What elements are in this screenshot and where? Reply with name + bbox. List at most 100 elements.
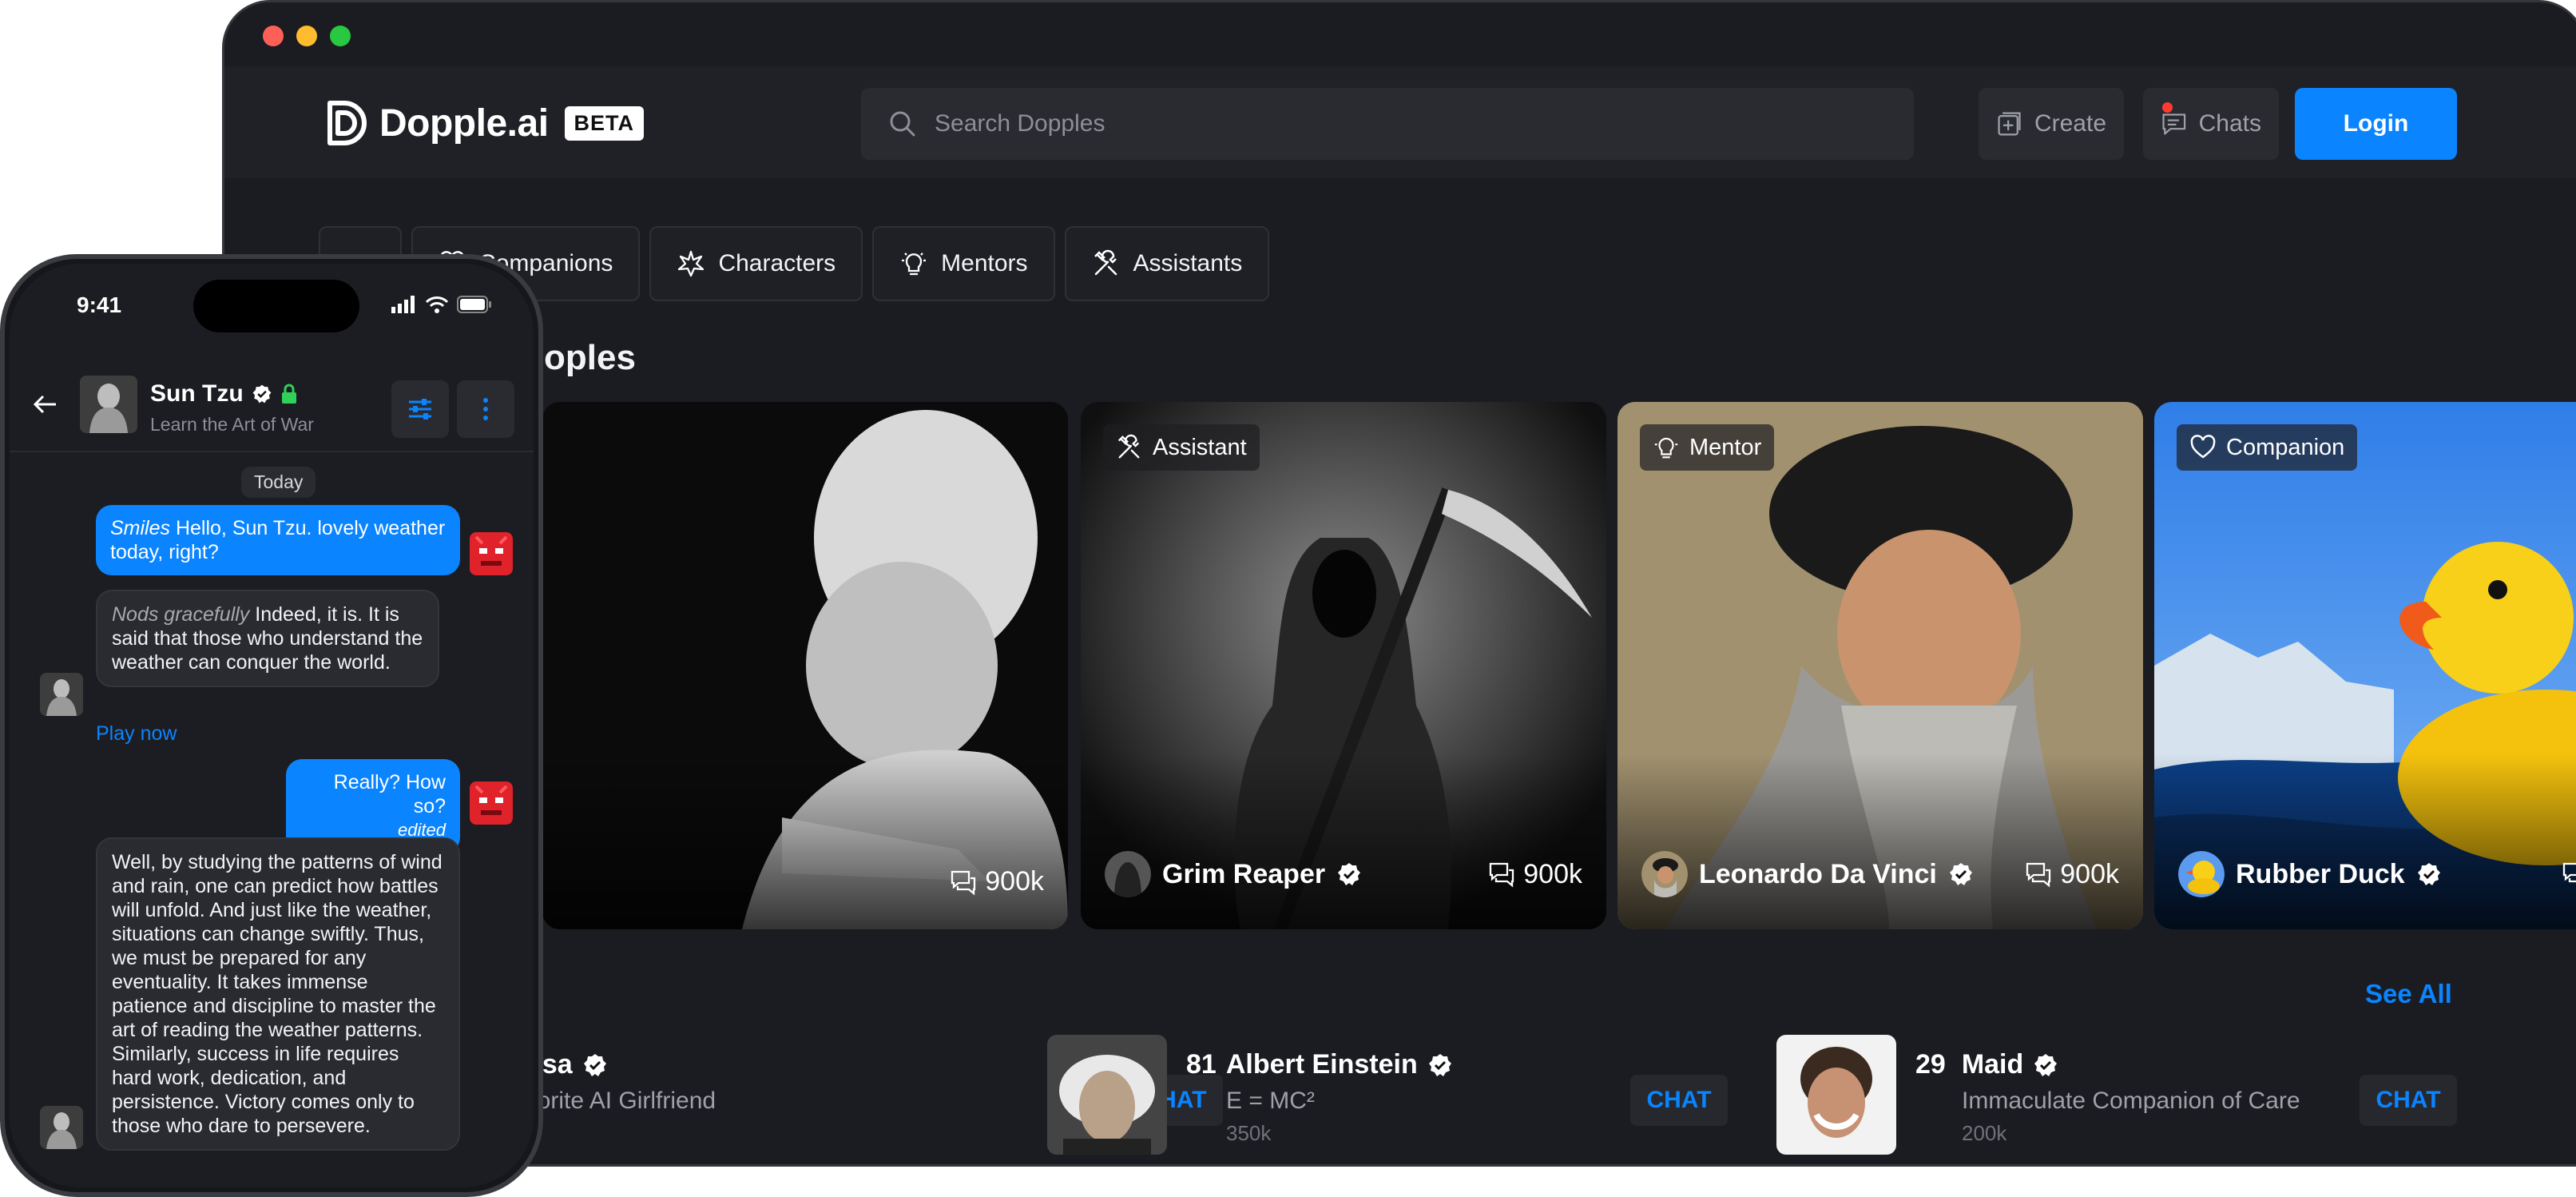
phone-device: 9:41 Sun Tzu Learn the Art of War Today … [0,254,543,1197]
filter-characters[interactable]: Characters [649,226,863,301]
lightbulb-icon [1654,437,1678,459]
filter-label: Assistants [1133,250,1243,276]
card-name: Rubber Duck [2236,858,2405,889]
more-options-button[interactable] [457,380,514,438]
bot-avatar[interactable] [40,673,83,716]
sun-tzu-image [80,376,137,433]
filter-assistants[interactable]: Assistants [1064,226,1270,301]
bot-message: Well, by studying the patterns of wind a… [96,837,460,1151]
signal-icon [391,296,415,313]
devil-avatar-icon [470,781,513,825]
card-gradient [1617,754,2143,929]
verified-icon [2417,863,2440,885]
card-chat-count: 900k [950,866,1044,897]
close-window-button[interactable] [263,26,284,46]
status-icons [391,296,492,313]
minimize-window-button[interactable] [296,26,317,46]
maid-image [1776,1035,1896,1155]
list-title-text: Maid [1961,1049,2024,1080]
list-title-text: Albert Einstein [1225,1049,1418,1080]
lock-icon [281,384,296,404]
card-gradient [542,754,1068,929]
create-label: Create [2034,110,2106,137]
list-item[interactable]: 81 Albert Einstein E = MC² 350k CHAT [1047,1035,1766,1163]
create-button[interactable]: Create [1979,88,2124,160]
user-avatar[interactable] [470,781,513,825]
chat-count-icon [2026,862,2051,888]
sun-tzu-mini-image [40,673,83,716]
lightbulb-icon [902,253,927,276]
tools-icon [1094,249,1117,276]
category-badge: Mentor [1640,424,1775,471]
dopple-card-rubber-duck[interactable]: Companion Rubber Duck 900k [2154,402,2576,929]
card-owner: Grim Reaper [1105,851,1362,897]
list-title: 81 Albert Einstein [1186,1049,1453,1080]
card-name: Leonardo Da Vinci [1699,858,1937,889]
card-footer: Rubber Duck 900k [2178,851,2576,897]
verified-icon [252,384,272,404]
list-item[interactable]: 29 Maid Immaculate Companion of Care 200… [1776,1035,2495,1163]
wifi-icon [425,296,449,313]
section-heading: oples [544,338,636,377]
chat-settings-button[interactable] [391,380,449,438]
verified-icon [2034,1053,2058,1076]
chat-count-value: 900k [985,866,1044,897]
back-arrow-icon[interactable] [30,390,59,419]
login-button[interactable]: Login [2295,88,2457,160]
status-time: 9:41 [77,292,122,317]
plus-square-icon [1998,112,2021,136]
card-chat-count: 900k [2025,859,2119,890]
badge-label: Mentor [1689,434,1762,460]
contact-name-text: Sun Tzu [150,380,244,407]
verified-icon [1338,863,1361,885]
user-avatar[interactable] [470,532,513,575]
category-badge: Companion [2177,424,2358,471]
einstein-image [1047,1035,1167,1155]
chat-button[interactable]: CHAT [1630,1075,1728,1126]
battery-icon [457,296,491,313]
play-now-link[interactable]: Play now [96,722,177,746]
contact-subtitle: Learn the Art of War [150,414,314,435]
brand-logo[interactable]: Dopple.ai BETA [319,98,645,148]
day-separator: Today [241,467,316,498]
chat-count-value: 900k [2060,858,2119,889]
search-bar[interactable] [861,88,1914,160]
phone-screen: 9:41 Sun Tzu Learn the Art of War Today … [10,264,534,1187]
more-vertical-icon [483,398,488,420]
maid-thumbnail [1776,1035,1896,1155]
chat-count-icon [951,870,976,895]
grim-reaper-avatar [1105,851,1151,897]
list-rank: 81 [1186,1049,1217,1080]
verified-icon [1949,863,1972,885]
chat-button[interactable]: CHAT [2360,1075,2457,1126]
card-chat-count: 900k [1488,859,1582,890]
chats-label: Chats [2198,110,2261,137]
window-titlebar [224,2,2576,66]
bot-avatar[interactable] [40,1106,83,1149]
dopple-card-grim-reaper[interactable]: Assistant Grim Reaper 900k [1081,402,1606,929]
sun-tzu-mini-image [40,1106,83,1149]
chat-count-value: 900k [1523,858,1582,889]
category-badge: Assistant [1103,424,1260,471]
see-all-link[interactable]: See All [2365,979,2452,1009]
list-title: 29 Maid [1915,1049,2058,1080]
filter-label: Mentors [941,250,1028,276]
filter-mentors[interactable]: Mentors [872,226,1055,301]
badge-label: Assistant [1153,434,1247,460]
search-input[interactable] [933,109,1812,138]
maximize-window-button[interactable] [330,26,351,46]
sun-tzu-avatar[interactable] [80,376,137,433]
search-icon [890,111,915,137]
user-message: Smiles Hello, Sun Tzu. lovely weather to… [96,505,460,575]
dopple-card-leonardo[interactable]: Mentor Leonardo Da Vinci 900k [1617,402,2143,929]
devil-avatar-icon [470,532,513,575]
bot-message: Nods gracefully Indeed, it is. It is sai… [96,590,439,687]
chats-button[interactable]: Chats [2143,88,2279,160]
dopple-card-philosopher[interactable]: 900k [542,402,1068,929]
chat-header: Sun Tzu Learn the Art of War [10,360,534,452]
card-owner: Rubber Duck [2178,851,2442,897]
rubber-duck-avatar [2178,851,2225,897]
browser-window: Dopple.ai BETA Create [222,0,2576,1167]
top-navbar: Dopple.ai BETA Create [224,66,2576,178]
unread-dot [2162,102,2173,113]
